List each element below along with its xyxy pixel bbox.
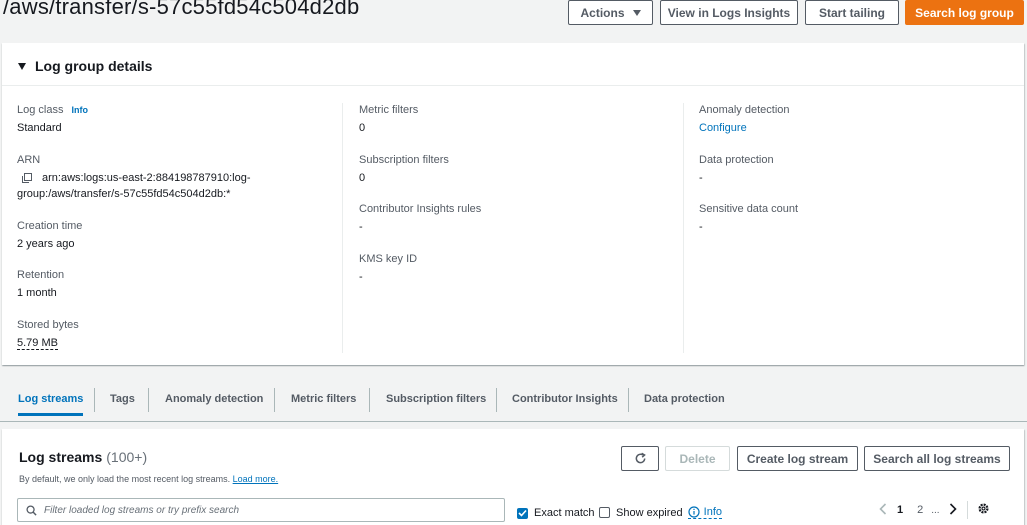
create-log-stream-button[interactable]: Create log stream [737,446,858,471]
tab-separator [496,388,497,412]
chevron-left-icon[interactable] [879,502,887,518]
actions-button[interactable]: Actions [568,0,653,25]
pagination-divider [966,501,968,519]
panel-divider [2,85,1024,86]
show-expired-info-link[interactable]: Info [687,506,723,519]
view-in-logs-insights-label: View in Logs Insights [667,5,791,20]
tab-subscription-filters[interactable]: Subscription filters [386,384,486,416]
sensitive-data-count-label: Sensitive data count [699,203,799,215]
tab-separator [628,388,629,412]
page-1[interactable]: 1 [897,504,903,516]
start-tailing-button[interactable]: Start tailing [805,0,899,25]
tab-contributor-insights[interactable]: Contributor Insights [512,384,618,416]
delete-label: Delete [679,451,716,466]
log-stream-search-field[interactable] [17,498,505,522]
exact-match-label: Exact match [534,507,595,519]
stored-bytes-label: Stored bytes [17,319,79,331]
stored-bytes-text: 5.79 MB [17,337,58,350]
show-expired-checkbox[interactable]: Show expired Info [599,506,723,519]
search-icon [26,504,37,516]
log-streams-heading: Log streams (100+) [19,449,147,465]
search-all-log-streams-label: Search all log streams [873,451,1001,466]
search-log-group-button[interactable]: Search log group [905,0,1024,25]
page-title: /aws/transfer/s-57c55fd54c504d2db [3,0,360,19]
arn-label: ARN [17,154,41,166]
log-group-details-heading: Log group details [35,58,153,74]
tab-separator [148,388,149,412]
pagination-ellipsis: ... [931,504,940,516]
column-divider-2 [683,103,684,353]
checkbox-unchecked-icon[interactable] [599,507,610,518]
subscription-filters-label: Subscription filters [359,154,449,166]
tab-separator [94,388,95,412]
log-streams-title: Log streams [19,449,103,465]
retention-label: Retention [17,269,65,281]
creation-time-value: 2 years ago [17,238,75,250]
kms-key-id-value: - [359,271,363,283]
subscription-filters-value: 0 [359,172,366,184]
column-divider-1 [342,103,343,353]
log-group-details-toggle[interactable]: Log group details [18,58,152,74]
data-protection-label: Data protection [699,154,774,166]
log-streams-panel: Log streams (100+) By default, we only lo… [2,429,1024,525]
log-group-details-panel: Log group details Log class Info Standard… [2,43,1024,365]
anomaly-configure-link[interactable]: Configure [699,122,747,134]
kms-key-id-label: KMS key ID [359,253,418,265]
checkbox-checked-icon[interactable] [517,507,528,519]
log-streams-count: (100+) [106,449,148,465]
retention-value: 1 month [17,287,57,299]
load-more-link[interactable]: Load more. [233,474,279,484]
stored-bytes-value[interactable]: 5.79 MB [17,337,58,350]
show-expired-label: Show expired [616,506,683,519]
anomaly-detection-label: Anomaly detection [699,104,790,116]
triangle-down-icon [18,62,26,70]
info-icon [688,506,700,518]
contributor-insights-rules-label: Contributor Insights rules [359,203,482,215]
search-all-log-streams-button[interactable]: Search all log streams [864,446,1010,471]
tab-log-streams[interactable]: Log streams [18,384,84,416]
tab-data-protection[interactable]: Data protection [644,384,725,416]
refresh-icon [635,452,646,464]
log-class-info-link[interactable]: Info [71,105,88,115]
create-log-stream-label: Create log stream [746,451,849,466]
data-protection-value: - [699,172,703,184]
chevron-right-icon[interactable] [949,502,957,518]
arn-value-line-2: group:/aws/transfer/s-57c55fd54c504d2db:… [17,188,231,200]
delete-button[interactable]: Delete [665,446,730,471]
contributor-insights-rules-value: - [359,221,363,233]
refresh-button[interactable] [621,446,659,471]
caret-down-icon [632,9,641,16]
tab-metric-filters[interactable]: Metric filters [291,384,356,416]
metric-filters-label: Metric filters [359,104,419,116]
tab-separator [369,388,370,412]
settings-gear-icon[interactable] [977,502,990,518]
log-streams-description: By default, we only load the most recent… [19,474,278,484]
creation-time-label: Creation time [17,220,83,232]
exact-match-checkbox[interactable]: Exact match [517,507,595,519]
copy-icon[interactable] [21,172,34,184]
sensitive-data-count-value: - [699,221,703,233]
metric-filters-value: 0 [359,122,366,134]
page-2[interactable]: 2 [917,504,923,516]
pagination: 1 2 ... [879,501,990,519]
actions-label: Actions [580,5,625,20]
tab-separator [274,388,275,412]
log-class-label: Log class Info [17,104,88,116]
log-streams-subtitle: By default, we only load the most recent… [19,474,231,484]
search-log-group-label: Search log group [915,5,1014,20]
log-stream-search-input[interactable] [44,504,484,516]
start-tailing-label: Start tailing [818,5,885,20]
arn-value-line-1: arn:aws:logs:us-east-2:884198787910:log- [42,172,251,184]
info-label: Info [703,506,723,518]
view-in-logs-insights-button[interactable]: View in Logs Insights [660,0,798,25]
tab-bar: Log streams Tags Anomaly detection Metri… [0,370,1027,422]
log-class-label-text: Log class [17,104,64,116]
arn-line-1: arn:aws:logs:us-east-2:884198787910:log- [17,172,251,184]
tab-tags[interactable]: Tags [110,384,135,416]
tab-anomaly-detection[interactable]: Anomaly detection [165,384,263,416]
log-class-value: Standard [17,122,62,134]
